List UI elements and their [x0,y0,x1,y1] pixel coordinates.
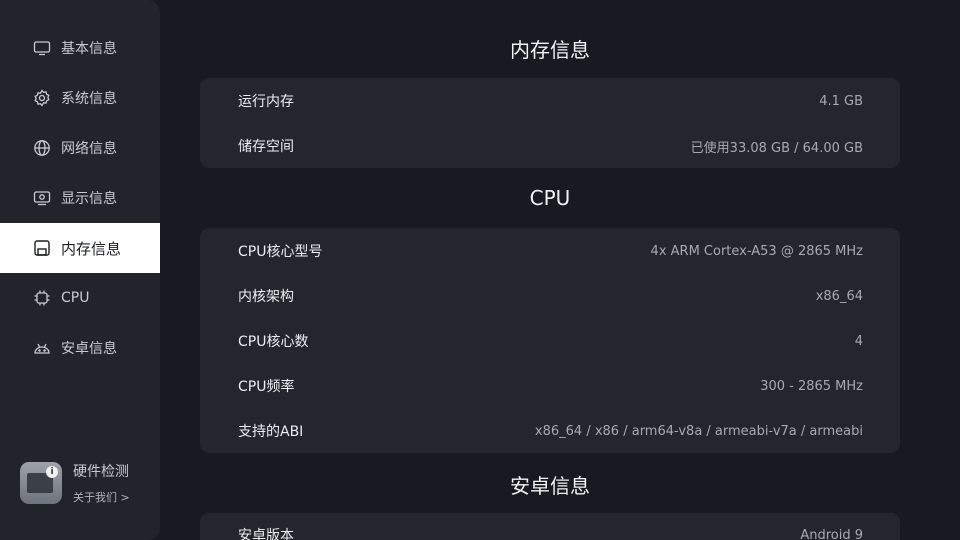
app-logo: i [20,462,62,504]
info-value: Android 9 [800,527,863,540]
info-key: 储存空间 [238,139,294,155]
section-title-cpu: CPU [529,186,571,210]
sidebar-item-cpu[interactable]: CPU [0,273,160,323]
section-title-memory: 内存信息 [510,38,590,62]
info-value: x86_64 [815,288,863,304]
info-value: 4.1 GB [819,93,863,109]
sidebar-item-label: CPU [61,290,90,306]
info-row: 支持的ABI x86_64 / x86 / arm64-v8a / armeab… [238,420,863,442]
info-key: 支持的ABI [238,424,304,440]
gear-icon [33,89,51,107]
sidebar: 基本信息 系统信息 网络信息 显示信息 内存信息 CPU 安卓信息 i 硬件检测… [0,0,160,540]
app-name: 硬件检测 [73,464,129,480]
monitor-icon [33,39,51,57]
sidebar-nav: 基本信息 系统信息 网络信息 显示信息 内存信息 CPU 安卓信息 [0,23,160,373]
info-value: 4 [854,333,863,349]
info-key: 运行内存 [238,94,294,110]
info-value: x86_64 / x86 / arm64-v8a / armeabi-v7a /… [534,423,863,439]
memory-card: 运行内存 4.1 GB 储存空间 已使用33.08 GB / 64.00 GB [200,78,900,168]
sidebar-item-display-info[interactable]: 显示信息 [0,173,160,223]
sidebar-item-system-info[interactable]: 系统信息 [0,73,160,123]
info-row: 储存空间 已使用33.08 GB / 64.00 GB [238,135,863,157]
app-about-entry[interactable]: i 硬件检测 关于我们 > [20,461,130,505]
android-card: 安卓版本 Android 9 [200,513,900,540]
info-value: 300 - 2865 MHz [760,378,863,394]
info-row: 安卓版本 Android 9 [238,524,863,540]
info-key: CPU核心型号 [238,244,323,260]
sidebar-item-basic-info[interactable]: 基本信息 [0,23,160,73]
sidebar-item-label: 安卓信息 [61,341,117,357]
info-value: 已使用33.08 GB / 64.00 GB [690,140,863,156]
info-row: CPU核心数 4 [238,330,863,352]
sidebar-item-android-info[interactable]: 安卓信息 [0,323,160,373]
sidebar-item-label: 系统信息 [61,91,117,107]
section-title-android: 安卓信息 [510,474,590,498]
sidebar-item-network-info[interactable]: 网络信息 [0,123,160,173]
display-icon [33,189,51,207]
info-key: 内核架构 [238,289,294,305]
about-us-link[interactable]: 关于我们 > [73,489,130,505]
info-row: CPU频率 300 - 2865 MHz [238,375,863,397]
sidebar-item-label: 基本信息 [61,41,117,57]
info-row: CPU核心型号 4x ARM Cortex-A53 @ 2865 MHz [238,240,863,262]
sidebar-item-label: 内存信息 [61,239,122,258]
info-value: 4x ARM Cortex-A53 @ 2865 MHz [650,243,863,259]
sidebar-item-label: 显示信息 [61,191,117,207]
info-key: 安卓版本 [238,528,294,540]
info-key: CPU核心数 [238,334,309,350]
sidebar-item-memory-info[interactable]: 内存信息 [0,223,160,273]
save-icon [33,239,51,257]
info-row: 运行内存 4.1 GB [238,90,863,112]
android-icon [33,339,51,357]
info-icon: i [46,466,58,478]
chip-icon [33,289,51,307]
info-row: 内核架构 x86_64 [238,285,863,307]
cpu-card: CPU核心型号 4x ARM Cortex-A53 @ 2865 MHz 内核架… [200,228,900,453]
globe-icon [33,139,51,157]
sidebar-item-label: 网络信息 [61,141,117,157]
info-key: CPU频率 [238,379,295,395]
